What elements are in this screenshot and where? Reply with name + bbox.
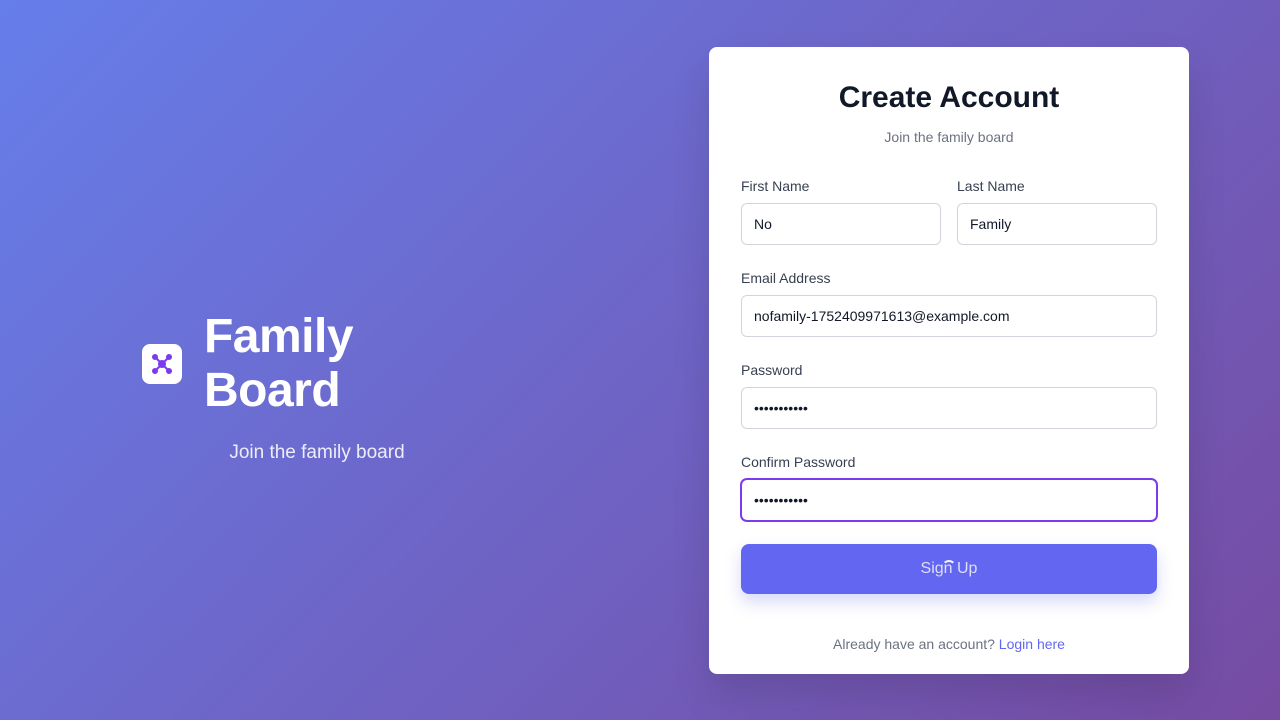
name-row: First Name Last Name <box>741 177 1157 245</box>
first-name-label: First Name <box>741 178 810 194</box>
page-title: Create Account <box>838 81 1060 114</box>
brand-panel: Family Board Join the family board <box>142 310 502 464</box>
sign-up-button[interactable]: Sign Up <box>741 544 1157 594</box>
loading-spinner-icon <box>942 560 956 574</box>
login-prompt: Already have an account? Login here <box>741 636 1157 652</box>
brand-header: Family Board <box>142 310 502 418</box>
password-group: Password <box>741 361 1157 429</box>
email-group: Email Address <box>741 269 1157 337</box>
brand-subtitle: Join the family board <box>229 442 405 463</box>
password-input[interactable] <box>741 387 1157 429</box>
confirm-password-label: Confirm Password <box>741 454 856 470</box>
page-subtitle: Join the family board <box>884 129 1014 145</box>
signup-card: Create Account Join the family board Fir… <box>709 47 1189 674</box>
confirm-password-input[interactable] <box>741 479 1157 521</box>
login-prompt-text: Already have an account? <box>833 636 995 652</box>
first-name-group: First Name <box>741 177 941 245</box>
confirm-password-group: Confirm Password <box>741 453 1157 521</box>
last-name-group: Last Name <box>957 177 1157 245</box>
last-name-label: Last Name <box>957 178 1025 194</box>
password-label: Password <box>741 362 803 378</box>
login-link[interactable]: Login here <box>999 636 1065 652</box>
email-input[interactable] <box>741 295 1157 337</box>
first-name-input[interactable] <box>741 203 941 245</box>
email-label: Email Address <box>741 270 831 286</box>
brand-title: Family Board <box>203 310 354 417</box>
last-name-input[interactable] <box>957 203 1157 245</box>
network-nodes-icon <box>142 344 182 384</box>
